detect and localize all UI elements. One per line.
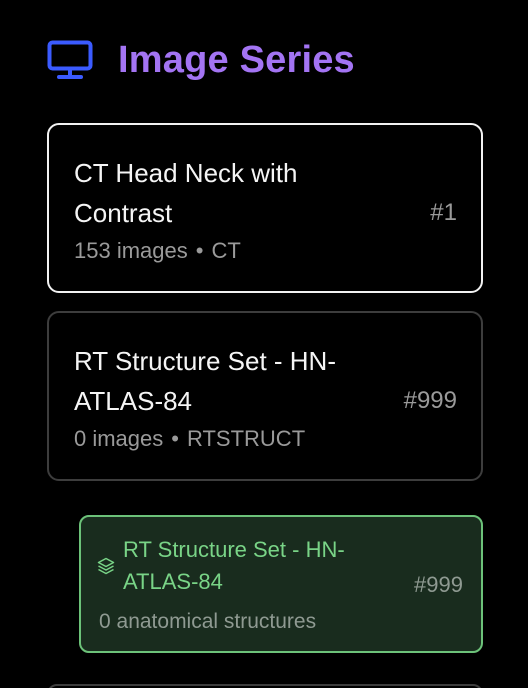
series-card-ct[interactable]: CT Head Neck with Contrast #1 153 images… [47, 123, 483, 293]
series-image-count: 0 images [74, 426, 164, 451]
meta-separator: • [195, 238, 204, 263]
panel-title: Image Series [118, 39, 355, 81]
series-card-partial[interactable] [47, 684, 483, 688]
panel-header: Image Series [47, 40, 355, 80]
structure-set-name: RT Structure Set - HN-ATLAS-84 [123, 537, 345, 594]
series-modality: CT [211, 238, 241, 263]
image-series-panel: Image Series CT Head Neck with Contrast … [0, 0, 528, 688]
monitor-icon [47, 40, 93, 79]
structure-count: 0 anatomical structures [99, 610, 317, 633]
series-card-rtstruct[interactable]: RT Structure Set - HN-ATLAS-84 #999 0 im… [47, 311, 483, 481]
series-name: RT Structure Set - HN-ATLAS-84 [74, 346, 336, 416]
structure-set-card[interactable]: RT Structure Set - HN-ATLAS-84 #999 0 an… [79, 515, 483, 653]
structure-set-number: #999 [414, 572, 463, 597]
series-number: #1 [430, 199, 457, 226]
meta-separator: • [171, 426, 179, 451]
series-modality: RTSTRUCT [186, 426, 306, 451]
series-name: CT Head Neck with Contrast [74, 158, 298, 228]
series-meta: 153 images • CT [74, 235, 241, 267]
series-image-count: 153 images [74, 238, 188, 263]
series-meta: 0 images • RTSTRUCT [74, 423, 305, 455]
layers-icon [97, 557, 115, 575]
series-number: #999 [403, 387, 457, 414]
